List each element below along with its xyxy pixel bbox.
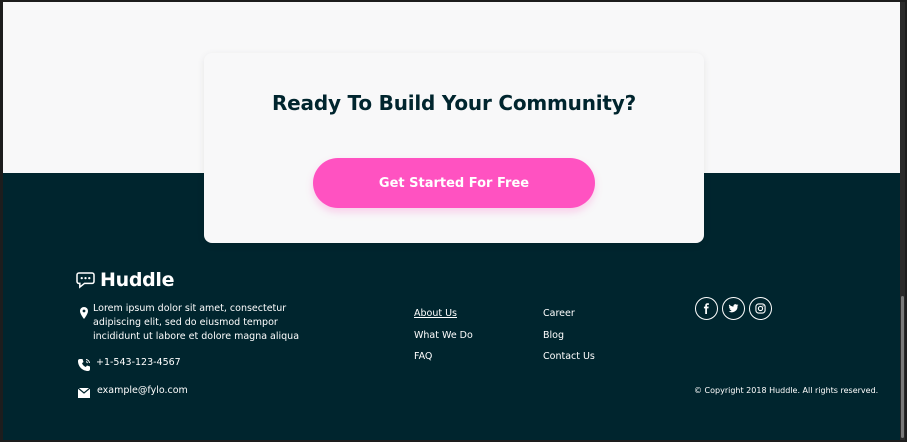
copyright-text: © Copyright 2018 Huddle. All rights rese… [694,386,879,395]
what-we-do-link[interactable]: What We Do [414,330,473,341]
page-viewport: Ready To Build Your Community? Get Start… [3,2,901,440]
faq-link[interactable]: FAQ [414,351,432,362]
twitter-button[interactable] [722,297,745,320]
instagram-button[interactable] [749,297,772,320]
contact-us-link[interactable]: Contact Us [543,351,595,362]
huddle-logo[interactable]: Huddle [76,268,175,292]
instagram-icon [755,303,766,314]
email-icon [77,385,91,399]
blog-link[interactable]: Blog [543,330,564,341]
cta-title: Ready To Build Your Community? [271,91,637,115]
phone-icon [77,357,91,371]
facebook-icon [703,303,709,314]
location-pin-icon [77,305,91,319]
brand-name: Huddle [100,269,175,291]
email-link[interactable]: example@fylo.com [97,384,188,398]
twitter-icon [728,304,739,313]
scrollbar-thumb[interactable] [901,296,904,438]
cta-card: Ready To Build Your Community? Get Start… [204,53,704,243]
phone-text: +1-543-123-4567 [96,357,181,368]
about-us-link[interactable]: About Us [414,308,457,319]
facebook-button[interactable] [695,297,718,320]
career-link[interactable]: Career [543,308,575,319]
get-started-button[interactable]: Get Started For Free [313,158,595,208]
address-text: Lorem ipsum dolor sit amet, consectetur … [93,303,300,342]
chat-bubble-icon [76,271,95,289]
